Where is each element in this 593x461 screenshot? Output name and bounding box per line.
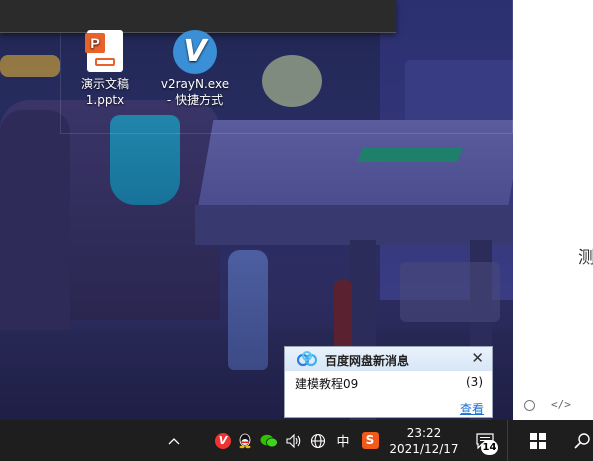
- ime-icon[interactable]: 中: [334, 420, 352, 461]
- side-window: 测 </>: [513, 0, 593, 420]
- close-icon[interactable]: ✕: [471, 350, 484, 366]
- taskbar: V 中 S 23:22 2021/12/17 14: [0, 420, 593, 461]
- network-icon[interactable]: [308, 420, 328, 461]
- wechat-icon[interactable]: [259, 420, 279, 461]
- baidu-netdisk-notification: 百度网盘新消息 ✕ 建模教程09 (3) 查看: [284, 346, 493, 418]
- wallpaper-cloth-orange: [0, 55, 60, 77]
- notification-title: 百度网盘新消息: [325, 354, 410, 368]
- notification-header: 百度网盘新消息 ✕: [285, 347, 492, 371]
- desktop-icon-label: - 快捷方式: [166, 93, 224, 107]
- volume-icon[interactable]: [284, 420, 304, 461]
- taskbar-clock[interactable]: 23:22 2021/12/17: [388, 420, 460, 461]
- side-window-text: 测: [578, 248, 593, 268]
- show-hidden-icons-chevron-icon[interactable]: [163, 420, 185, 461]
- desktop-icon-pptx[interactable]: P 演示文稿 1.pptx: [67, 30, 143, 108]
- code-icon[interactable]: </>: [551, 398, 571, 411]
- desktop-icon-v2rayn[interactable]: V v2rayN.exe - 快捷方式: [157, 30, 233, 108]
- baidu-netdisk-logo: [297, 351, 317, 367]
- pptx-badge: P: [85, 33, 105, 53]
- pptx-slide-glyph: [95, 58, 115, 66]
- action-center-button[interactable]: 14: [470, 420, 500, 461]
- notification-count-badge: 14: [481, 440, 498, 455]
- circle-icon[interactable]: [524, 400, 535, 411]
- wallpaper-sofa-arm: [0, 110, 70, 360]
- notification-item[interactable]: 建模教程09 (3): [295, 375, 483, 391]
- wallpaper-table: [196, 120, 513, 215]
- search-icon[interactable]: [570, 420, 593, 461]
- clock-date: 2021/12/17: [389, 441, 459, 456]
- v2rayn-tray-icon[interactable]: V: [214, 420, 232, 461]
- ime-label: 中: [336, 435, 350, 450]
- pptx-file-icon: P: [85, 30, 123, 72]
- notification-item-count: (3): [466, 375, 483, 389]
- taskbar-divider: [507, 420, 508, 461]
- notification-item-name: 建模教程09: [295, 377, 359, 391]
- wallpaper-cans: [400, 262, 500, 322]
- desktop-icon-label: 演示文稿: [80, 77, 129, 91]
- view-link[interactable]: 查看: [460, 400, 484, 417]
- wallpaper-book: [357, 148, 463, 162]
- desktop-icon-label: 1.pptx: [85, 93, 125, 107]
- overlapping-window[interactable]: [0, 0, 396, 33]
- clock-time: 23:22: [406, 425, 442, 440]
- v2rayn-app-icon: V: [173, 30, 217, 74]
- wallpaper-bottle: [228, 250, 268, 370]
- windows-start-icon[interactable]: [521, 420, 555, 461]
- sogou-icon[interactable]: S: [360, 420, 380, 461]
- sogou-label: S: [361, 432, 379, 449]
- qq-icon[interactable]: [236, 420, 254, 461]
- wallpaper-table-edge: [195, 205, 513, 245]
- desktop-icon-label: v2rayN.exe: [160, 77, 230, 91]
